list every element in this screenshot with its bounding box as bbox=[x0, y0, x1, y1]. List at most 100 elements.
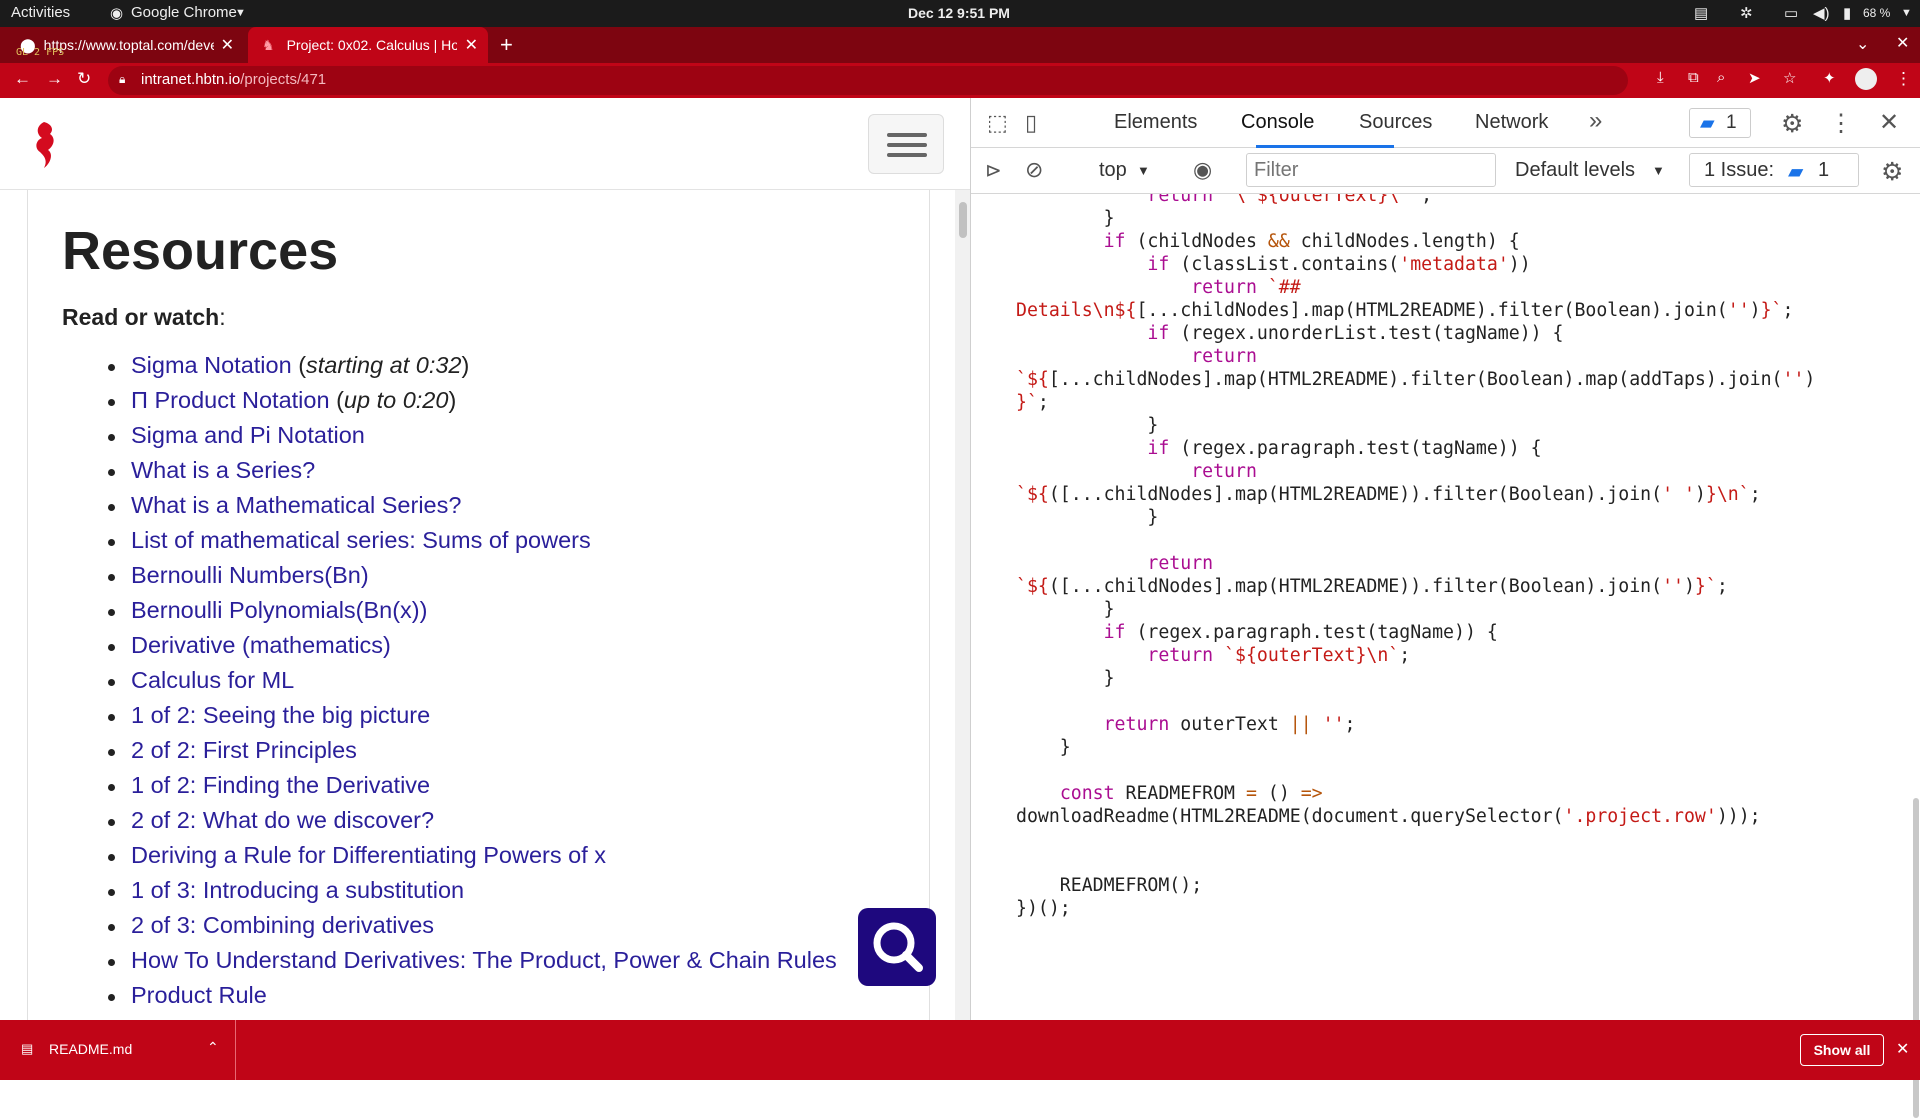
address-bar[interactable]: 🔒︎ intranet.hbtn.io/projects/471 bbox=[108, 66, 1628, 95]
resource-item: 1 of 3: Introducing a substitution bbox=[108, 877, 837, 912]
resource-link[interactable]: Product Rule bbox=[131, 982, 267, 1008]
code-line: if (classList.contains('metadata')) bbox=[1147, 254, 1531, 275]
open-in-new-icon[interactable]: ⧉ bbox=[1688, 69, 1699, 86]
resource-item: What is a Mathematical Series? bbox=[108, 492, 837, 527]
resource-link[interactable]: 2 of 3: Combining derivatives bbox=[131, 912, 434, 938]
clear-console-icon[interactable]: ⊘ bbox=[1025, 157, 1043, 183]
volume-icon[interactable]: ◀) bbox=[1813, 4, 1830, 22]
close-tab-icon[interactable]: ✕ bbox=[465, 35, 478, 55]
page-scrollbar[interactable] bbox=[955, 190, 970, 1020]
console-scrollbar[interactable] bbox=[1911, 194, 1920, 1118]
code-line: `${([...childNodes].map(HTML2README)).fi… bbox=[1016, 576, 1728, 597]
console-filter-input[interactable] bbox=[1246, 153, 1496, 187]
resource-link[interactable]: 2 of 2: First Principles bbox=[131, 737, 357, 763]
back-icon[interactable]: ← bbox=[14, 69, 31, 89]
code-line: } bbox=[1016, 208, 1115, 229]
extensions-icon[interactable]: ✦ bbox=[1823, 69, 1836, 87]
system-menu-chevron-icon[interactable]: ▼ bbox=[1901, 7, 1912, 19]
tab-title: Project: 0x02. Calculus | Holberton bbox=[286, 37, 457, 53]
resource-link[interactable]: What is a Series? bbox=[131, 457, 315, 483]
more-tabs-icon[interactable]: » bbox=[1589, 107, 1602, 135]
window-close-icon[interactable]: ✕ bbox=[1896, 33, 1909, 53]
resource-link[interactable]: Deriving a Rule for Differentiating Powe… bbox=[131, 842, 606, 868]
resource-link[interactable]: Bernoulli Numbers(Bn) bbox=[131, 562, 369, 588]
resource-link[interactable]: Calculus for ML bbox=[131, 667, 294, 693]
code-line: } bbox=[1016, 599, 1115, 620]
issues-counter-button[interactable]: 1 Issue: ▰ 1 bbox=[1689, 153, 1859, 187]
resource-item: Calculus for ML bbox=[108, 667, 837, 702]
resources-heading: Resources bbox=[62, 221, 339, 281]
inspect-element-icon[interactable]: ⬚ bbox=[987, 110, 1008, 136]
resource-link[interactable]: How To Understand Derivatives: The Produ… bbox=[131, 947, 837, 973]
resource-link[interactable]: Sigma Notation bbox=[131, 352, 292, 378]
send-icon[interactable]: ➤ bbox=[1748, 69, 1761, 87]
console-toolbar: ⊳ ⊘ top ▼ ◉ Default levels ▼ 1 Issue: ▰ … bbox=[971, 148, 1920, 194]
tab-sources[interactable]: Sources bbox=[1359, 111, 1432, 134]
sidebar-toggle-icon[interactable]: ⊳ bbox=[985, 158, 1002, 183]
resource-link[interactable]: 2 of 2: What do we discover? bbox=[131, 807, 434, 833]
resource-link[interactable]: 1 of 3: Introducing a substitution bbox=[131, 877, 464, 903]
resource-link[interactable]: List of mathematical series: Sums of pow… bbox=[131, 527, 591, 553]
menu-button[interactable] bbox=[868, 114, 944, 174]
app-menu-chevron-icon[interactable]: ▼ bbox=[235, 7, 246, 19]
battery-icon[interactable]: ▮ bbox=[1843, 4, 1851, 22]
tab-holberton-project[interactable]: ♞ Project: 0x02. Calculus | Holberton ✕ bbox=[248, 27, 488, 63]
download-chevron-up-icon[interactable]: ⌃ bbox=[207, 1039, 219, 1056]
resource-note: (up to 0:20) bbox=[329, 387, 457, 413]
download-icon[interactable]: ⤓ bbox=[1657, 69, 1664, 86]
forward-icon[interactable]: → bbox=[46, 69, 63, 89]
bookmark-star-icon[interactable]: ☆ bbox=[1783, 69, 1796, 87]
resource-link[interactable]: 1 of 2: Finding the Derivative bbox=[131, 772, 430, 798]
tab-network[interactable]: Network bbox=[1475, 111, 1548, 134]
resource-link[interactable]: Π Product Notation bbox=[131, 387, 330, 413]
search-button[interactable] bbox=[858, 908, 936, 986]
profile-avatar[interactable] bbox=[1855, 68, 1877, 90]
zoom-icon[interactable]: ⌕ bbox=[1717, 69, 1725, 86]
code-line: READMEFROM(); bbox=[1016, 875, 1203, 896]
chrome-menu-icon[interactable]: ⋮ bbox=[1895, 69, 1912, 89]
window-switcher-icon[interactable]: ▤ bbox=[1694, 4, 1708, 22]
settings-gear-icon[interactable]: ⚙ bbox=[1781, 109, 1803, 139]
page-scroll-thumb[interactable] bbox=[959, 202, 967, 238]
console-output[interactable]: return `\`${outerText}\``; } if (childNo… bbox=[971, 194, 1920, 1020]
resource-item: 1 of 2: Finding the Derivative bbox=[108, 772, 837, 807]
device-toolbar-icon[interactable]: ▯ bbox=[1025, 110, 1037, 136]
issues-badge[interactable]: ▰ 1 bbox=[1689, 108, 1751, 138]
code-line: const READMEFROM = () => bbox=[1059, 783, 1323, 804]
tab-elements[interactable]: Elements bbox=[1114, 111, 1197, 134]
slack-icon[interactable]: ✲ bbox=[1740, 4, 1753, 22]
new-tab-icon[interactable]: + bbox=[500, 32, 513, 58]
console-settings-gear-icon[interactable]: ⚙ bbox=[1881, 157, 1903, 187]
code-line: if (childNodes && childNodes.length) { bbox=[1103, 231, 1520, 252]
resource-link[interactable]: 1 of 2: Seeing the big picture bbox=[131, 702, 430, 728]
devtools-menu-icon[interactable]: ⋮ bbox=[1829, 109, 1853, 138]
activities-button[interactable]: Activities bbox=[11, 4, 70, 21]
clock[interactable]: Dec 12 9:51 PM bbox=[908, 5, 1010, 21]
browser-toolbar: ← → ↻ 🔒︎ intranet.hbtn.io/projects/471 ⤓… bbox=[0, 63, 1920, 98]
resource-item: What is a Series? bbox=[108, 457, 837, 492]
file-icon: ▤ bbox=[21, 1041, 34, 1056]
tab-search-icon[interactable]: ⌄ bbox=[1856, 34, 1869, 54]
show-all-button[interactable]: Show all bbox=[1800, 1034, 1884, 1066]
tab-console[interactable]: Console bbox=[1241, 111, 1314, 134]
close-tab-icon[interactable]: ✕ bbox=[221, 35, 234, 55]
resource-link[interactable]: What is a Mathematical Series? bbox=[131, 492, 461, 518]
live-expression-eye-icon[interactable]: ◉ bbox=[1193, 157, 1212, 183]
resource-link[interactable]: Sigma and Pi Notation bbox=[131, 422, 365, 448]
reload-icon[interactable]: ↻ bbox=[77, 69, 91, 89]
resource-item: Sigma and Pi Notation bbox=[108, 422, 837, 457]
close-devtools-icon[interactable]: ✕ bbox=[1879, 108, 1899, 137]
code-line: return `## bbox=[1191, 277, 1301, 298]
app-menu-label[interactable]: Google Chrome bbox=[131, 4, 237, 21]
holberton-favicon-icon: ♞ bbox=[262, 36, 275, 53]
close-download-shelf-icon[interactable]: ✕ bbox=[1896, 1039, 1909, 1059]
resource-link[interactable]: Bernoulli Polynomials(Bn(x)) bbox=[131, 597, 427, 623]
read-or-watch-label: Read or watch: bbox=[62, 304, 226, 330]
download-item[interactable]: ▤ README.md ⌃ bbox=[0, 1020, 236, 1080]
resource-link[interactable]: Derivative (mathematics) bbox=[131, 632, 391, 658]
holberton-logo-icon[interactable] bbox=[30, 120, 58, 170]
display-icon[interactable]: ▭ bbox=[1784, 4, 1798, 22]
